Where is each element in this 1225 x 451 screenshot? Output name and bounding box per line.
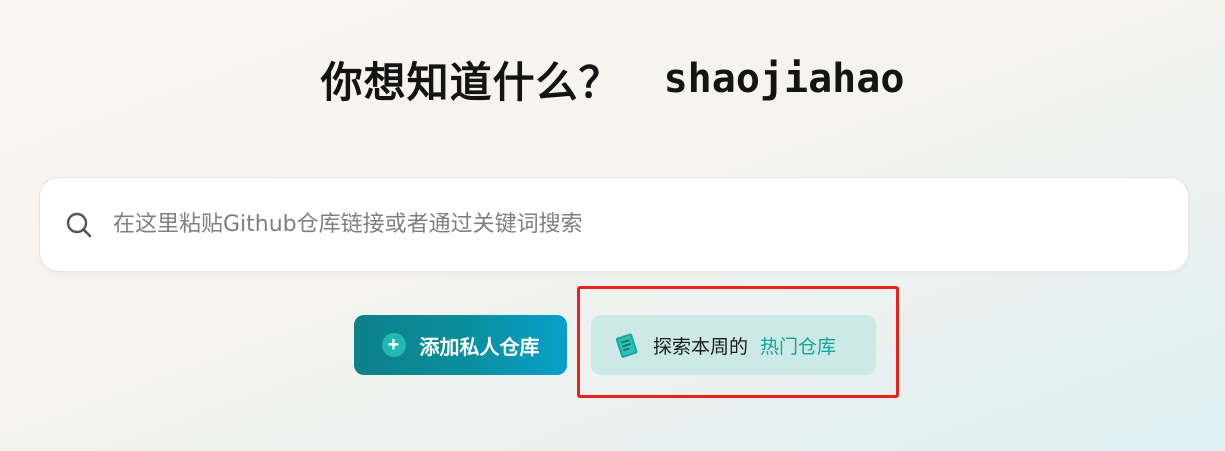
book-icon: [613, 331, 641, 359]
explore-prefix-label: 探索本周的: [653, 335, 749, 358]
plus-circle-icon: +: [381, 333, 406, 357]
page-heading: 你想知道什么？ shaojiahao: [0, 44, 1225, 114]
page-title-question: 你想知道什么？: [320, 57, 622, 107]
explore-hot-repos-label: 热门仓库: [760, 335, 837, 358]
explore-weekly-hot-repos-button[interactable]: 探索本周的 热门仓库: [591, 315, 876, 375]
search-bar[interactable]: [39, 177, 1189, 272]
add-private-repo-label: 添加私人仓库: [419, 334, 540, 359]
search-icon: [65, 211, 93, 239]
username-label: shaojiahao: [663, 56, 905, 102]
search-input[interactable]: [111, 203, 1188, 246]
add-private-repo-button[interactable]: + 添加私人仓库: [354, 315, 567, 375]
